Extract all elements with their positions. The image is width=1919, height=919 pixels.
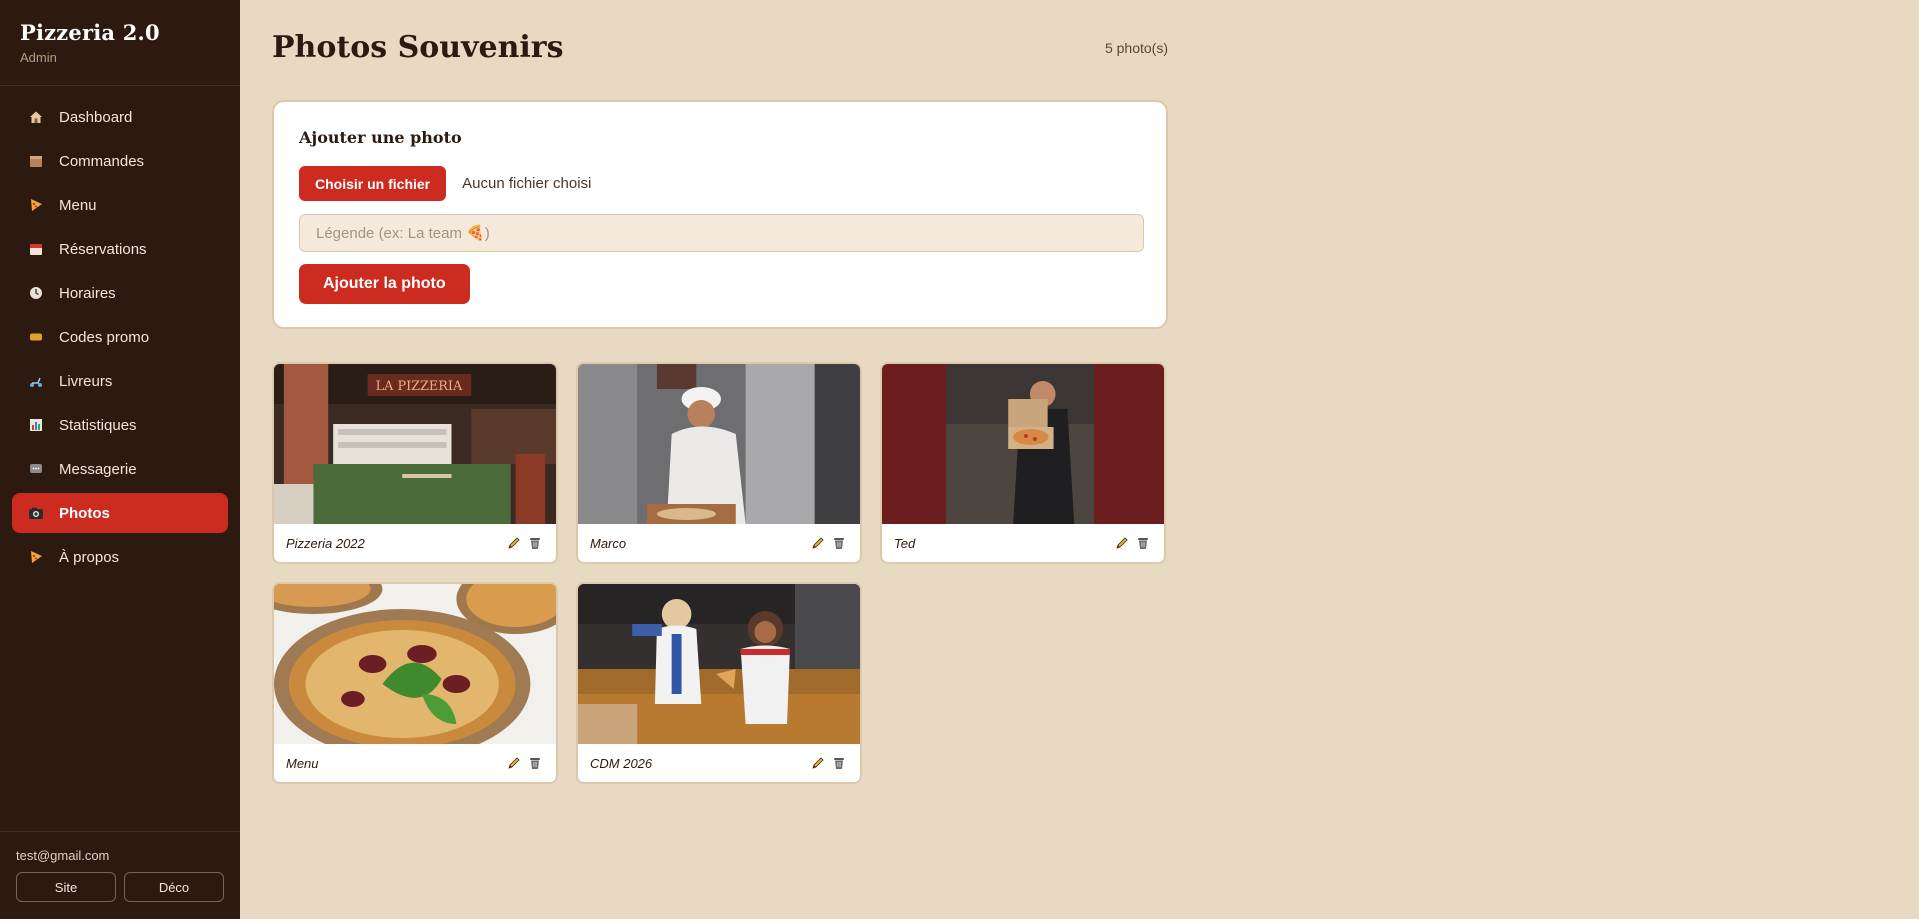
trash-icon[interactable] <box>526 754 544 772</box>
user-email: test@gmail.com <box>16 848 110 863</box>
brand: Pizzeria 2.0 Admin <box>0 0 240 86</box>
upload-card: Ajouter une photo Choisir un fichier Auc… <box>272 100 1168 329</box>
sidebar-item-label: Messagerie <box>59 460 137 478</box>
photo-caption: Menu <box>286 755 319 771</box>
sidebar-item-label: Livreurs <box>59 372 113 390</box>
edit-icon[interactable] <box>809 534 827 552</box>
sidebar-item-livreurs[interactable]: Livreurs <box>12 361 228 401</box>
sidebar-item-label: Statistiques <box>59 416 137 434</box>
photo-card: Marco <box>576 362 862 564</box>
photo-image[interactable]: LA PIZZERIA <box>274 364 556 524</box>
brand-title: Pizzeria 2.0 <box>20 20 160 45</box>
photo-caption-row: Ted <box>882 524 1164 562</box>
home-icon <box>27 108 45 126</box>
sidebar-item-label: Commandes <box>59 152 145 170</box>
sidebar-item-horaires[interactable]: Horaires <box>12 273 228 313</box>
photo-caption: Pizzeria 2022 <box>286 535 365 551</box>
scooter-icon <box>27 372 45 390</box>
sidebar-item-label: Menu <box>59 196 97 214</box>
photo-caption: Marco <box>590 535 627 551</box>
brand-subtitle: Admin <box>20 50 57 65</box>
photo-card: CDM 2026 <box>576 582 862 784</box>
sidebar-footer: test@gmail.com Site Déco <box>0 831 240 919</box>
caption-input[interactable] <box>299 214 1144 252</box>
page-title: Photos Souvenirs <box>272 30 564 65</box>
chart-icon <box>27 416 45 434</box>
photo-caption-row: CDM 2026 <box>578 744 860 782</box>
sidebar-item-label: Réservations <box>59 240 147 258</box>
photo-caption: CDM 2026 <box>590 755 653 771</box>
sidebar-item-commandes[interactable]: Commandes <box>12 141 228 181</box>
sidebar-item-label: Horaires <box>59 284 116 302</box>
upload-title: Ajouter une photo <box>299 128 462 147</box>
edit-icon[interactable] <box>505 754 523 772</box>
choose-file-button[interactable]: Choisir un fichier <box>299 166 447 201</box>
site-button[interactable]: Site <box>16 872 116 902</box>
logout-button[interactable]: Déco <box>124 872 224 902</box>
box-icon <box>27 152 45 170</box>
sidebar-nav: Dashboard Commandes Menu Réservations Ho… <box>0 86 240 577</box>
photo-image[interactable] <box>578 364 860 524</box>
trash-icon[interactable] <box>830 534 848 552</box>
photo-caption: Ted <box>894 535 916 551</box>
sidebar-item-codes-promo[interactable]: Codes promo <box>12 317 228 357</box>
sidebar-item-statistiques[interactable]: Statistiques <box>12 405 228 445</box>
sidebar-item-messagerie[interactable]: Messagerie <box>12 449 228 489</box>
photo-caption-row: Pizzeria 2022 <box>274 524 556 562</box>
sidebar-item-label: Dashboard <box>59 108 133 126</box>
sidebar-item-reservations[interactable]: Réservations <box>12 229 228 269</box>
calendar-icon <box>27 240 45 258</box>
photo-count: 5 photo(s) <box>1104 40 1168 56</box>
file-status: Aucun fichier choisi <box>462 175 592 192</box>
pizza-icon <box>27 548 45 566</box>
clock-icon <box>27 284 45 302</box>
sidebar-item-label: À propos <box>59 548 120 566</box>
edit-icon[interactable] <box>1113 534 1131 552</box>
trash-icon[interactable] <box>526 534 544 552</box>
photo-card: Menu <box>272 582 558 784</box>
photo-caption-row: Menu <box>274 744 556 782</box>
trash-icon[interactable] <box>830 754 848 772</box>
ticket-icon <box>27 328 45 346</box>
sidebar-item-menu[interactable]: Menu <box>12 185 228 225</box>
sidebar-item-a-propos[interactable]: À propos <box>12 537 228 577</box>
sidebar-item-label: Codes promo <box>59 328 150 346</box>
pizza-icon <box>27 196 45 214</box>
file-picker: Choisir un fichier Aucun fichier choisi <box>299 166 591 201</box>
edit-icon[interactable] <box>505 534 523 552</box>
trash-icon[interactable] <box>1134 534 1152 552</box>
photo-card: LA PIZZERIA Pizzeria 2022 <box>272 362 558 564</box>
sidebar-item-label: Photos <box>59 504 110 522</box>
edit-icon[interactable] <box>809 754 827 772</box>
sidebar-item-photos[interactable]: Photos <box>12 493 228 533</box>
photo-image[interactable] <box>882 364 1164 524</box>
add-photo-button[interactable]: Ajouter la photo <box>299 264 470 304</box>
photo-card: Ted <box>880 362 1166 564</box>
photo-image[interactable] <box>274 584 556 744</box>
sidebar: Pizzeria 2.0 Admin Dashboard Commandes M… <box>0 0 240 919</box>
photo-image[interactable] <box>578 584 860 744</box>
footer-buttons: Site Déco <box>16 872 224 902</box>
camera-icon <box>27 504 45 522</box>
sidebar-item-dashboard[interactable]: Dashboard <box>12 97 228 137</box>
chat-icon <box>27 460 45 478</box>
photo-caption-row: Marco <box>578 524 860 562</box>
svg-text:LA PIZZERIA: LA PIZZERIA <box>376 379 463 394</box>
